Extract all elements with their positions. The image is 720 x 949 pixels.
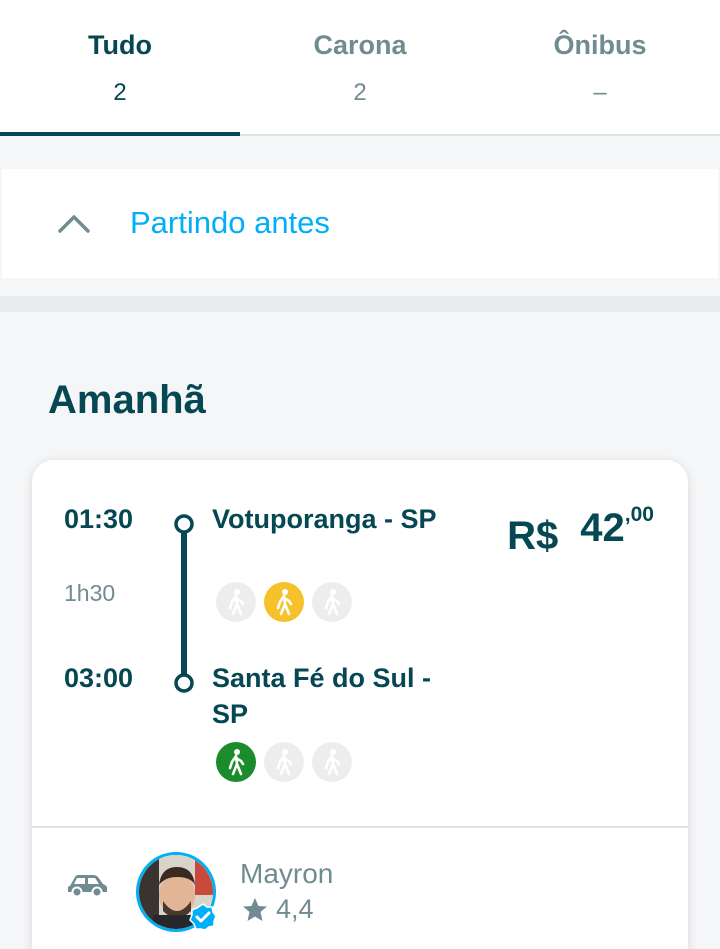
verified-badge-icon bbox=[189, 903, 217, 931]
departure-time: 01:30 bbox=[64, 504, 134, 534]
driver-name: Mayron bbox=[240, 858, 334, 889]
price-decimal: ,00 bbox=[624, 503, 654, 526]
results-tabs: Tudo 2 Carona 2 Ônibus – bbox=[0, 0, 720, 136]
walk-proximity-icon bbox=[264, 742, 304, 782]
walk-proximity-icon bbox=[264, 582, 304, 622]
walk-proximity-icon bbox=[216, 582, 256, 622]
arrival-time: 03:00 bbox=[64, 663, 134, 693]
driver-rating: 4,4 bbox=[242, 894, 314, 925]
tab-carpool-title: Carona bbox=[313, 30, 407, 60]
star-icon bbox=[243, 897, 267, 921]
tab-all[interactable]: Tudo 2 bbox=[0, 0, 240, 136]
walk-proximity-icon bbox=[312, 742, 352, 782]
walk-proximity-icon bbox=[312, 582, 352, 622]
tab-carpool-count: 2 bbox=[353, 79, 367, 106]
trip-duration: 1h30 bbox=[64, 580, 116, 606]
tab-bus[interactable]: Ônibus – bbox=[480, 0, 720, 134]
tab-bus-count: – bbox=[593, 79, 607, 106]
destination-city: Santa Fé do Sul - SP bbox=[212, 663, 432, 729]
driver-avatar[interactable] bbox=[136, 852, 217, 932]
origin-city: Votuporanga - SP bbox=[212, 504, 437, 534]
car-icon bbox=[68, 875, 107, 898]
price-currency: R$ bbox=[507, 514, 559, 558]
walk-proximity-icon bbox=[216, 742, 256, 782]
route-timeline bbox=[174, 514, 194, 693]
origin-proximity bbox=[216, 582, 352, 622]
section-divider bbox=[0, 296, 720, 312]
tab-carpool[interactable]: Carona 2 bbox=[240, 0, 480, 134]
destination-proximity bbox=[216, 742, 352, 782]
tab-bus-title: Ônibus bbox=[553, 30, 647, 60]
driver-rating-value: 4,4 bbox=[276, 894, 314, 924]
card-divider bbox=[32, 826, 688, 828]
trip-card[interactable]: 01:30 1h30 03:00 Votuporanga - SP Santa … bbox=[32, 460, 688, 949]
chevron-up-icon bbox=[58, 215, 90, 233]
price-integer: 42 bbox=[580, 506, 625, 550]
earlier-departures-button[interactable]: Partindo antes bbox=[2, 169, 718, 278]
earlier-departures-label: Partindo antes bbox=[130, 205, 330, 240]
trip-price: R$ 42 ,00 bbox=[507, 500, 654, 559]
date-header: Amanhã bbox=[48, 378, 206, 422]
tab-all-title: Tudo bbox=[88, 30, 152, 60]
tab-all-count: 2 bbox=[113, 79, 127, 106]
